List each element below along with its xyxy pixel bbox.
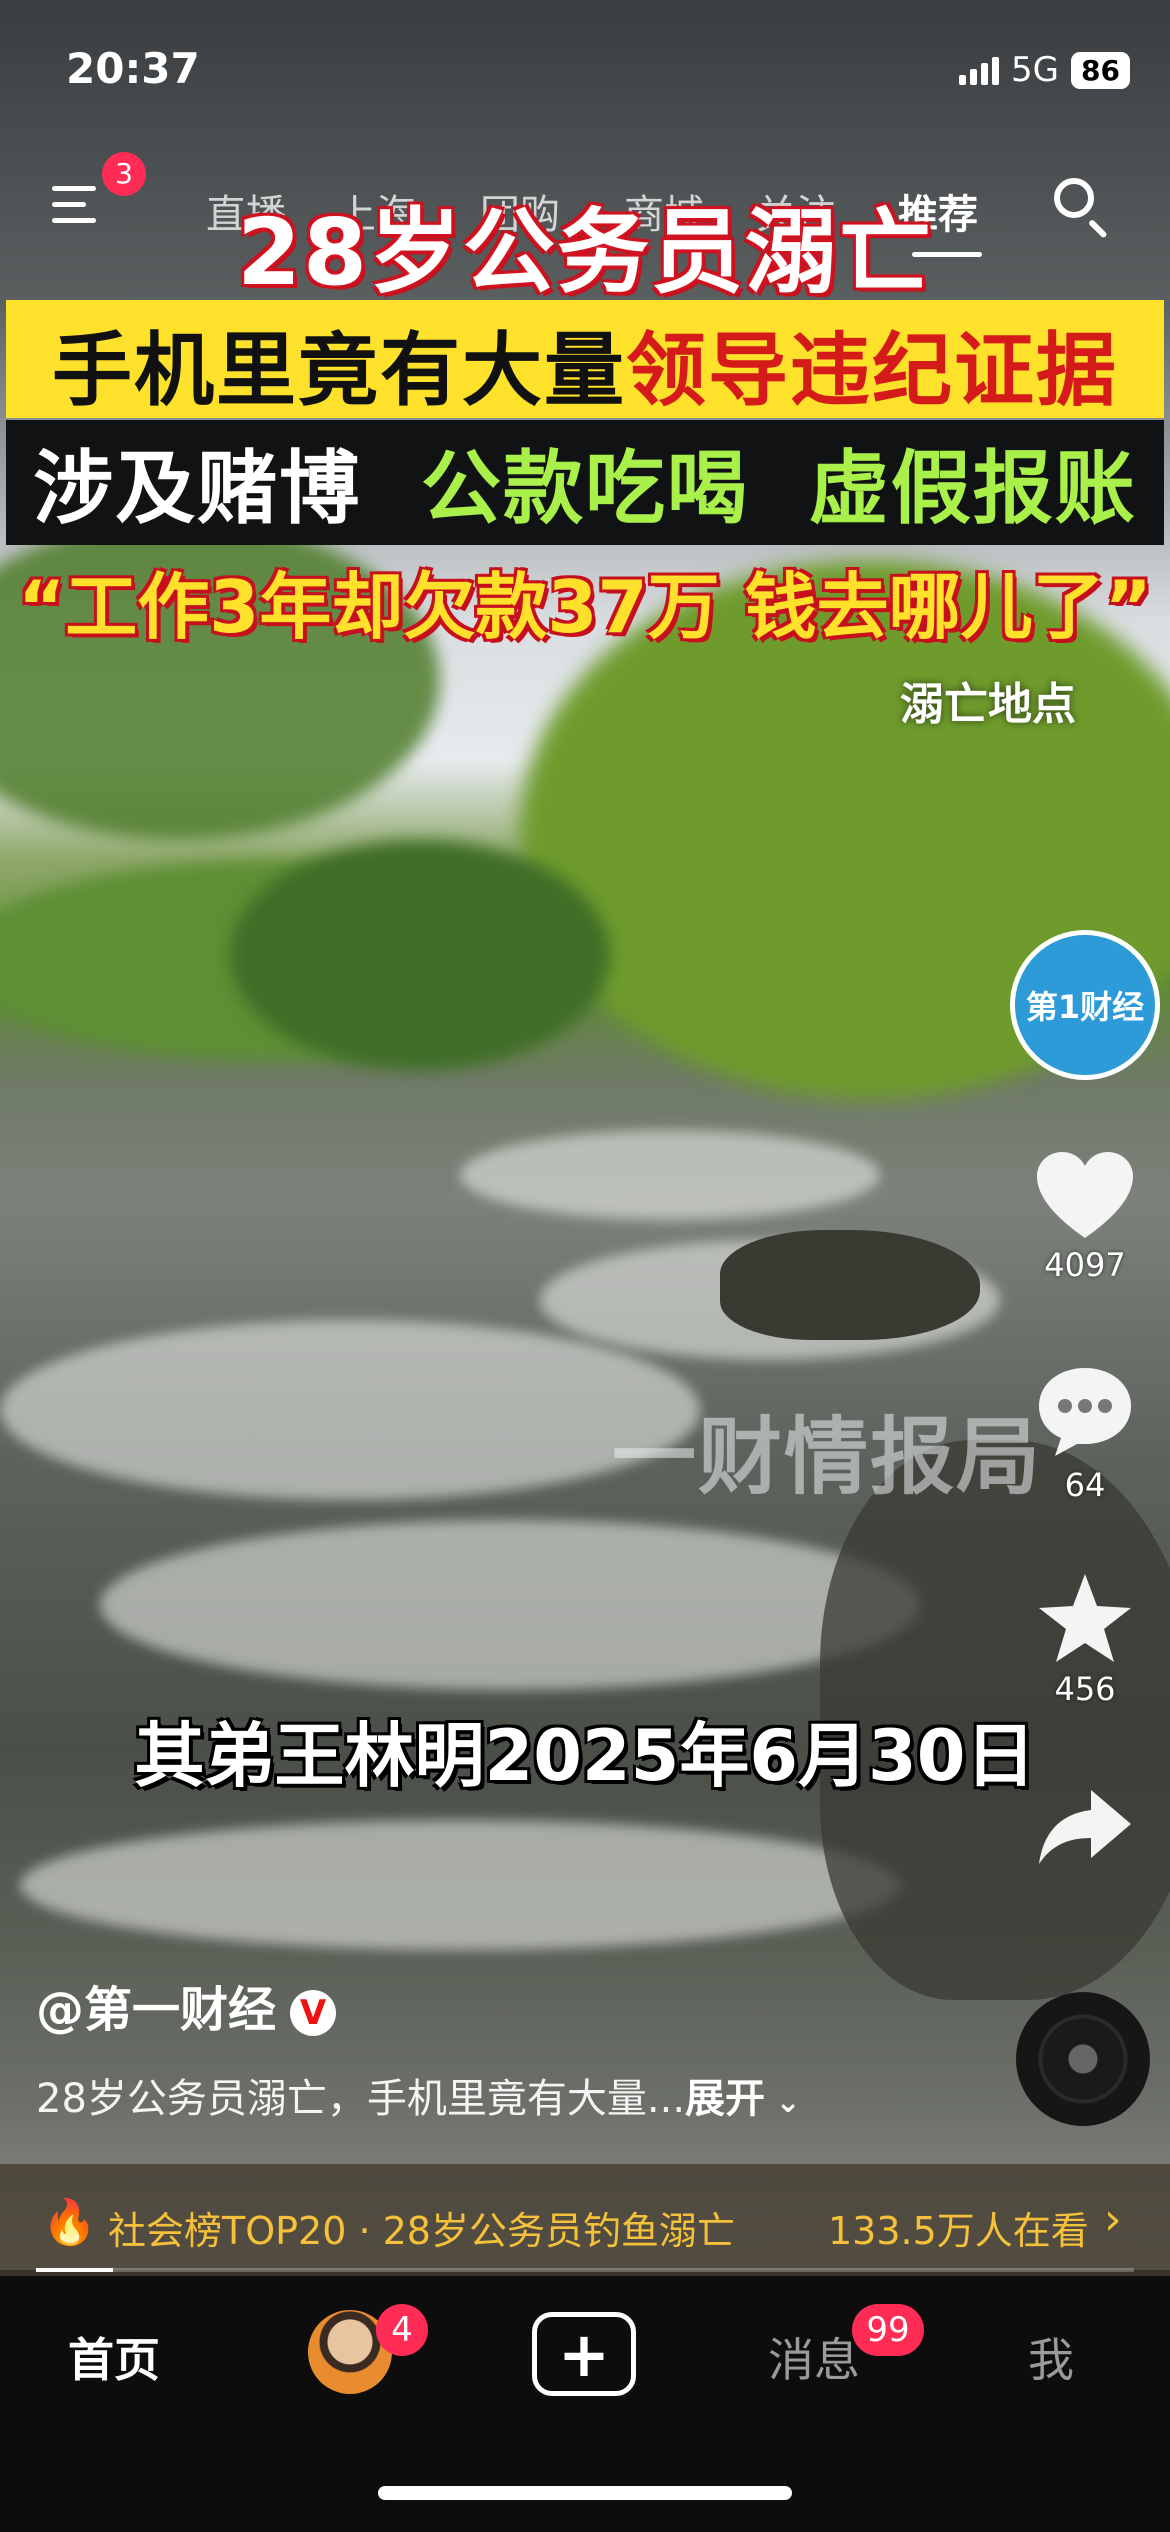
verified-icon: V <box>290 1990 337 2036</box>
tab-home[interactable]: 首页 <box>68 2324 160 2390</box>
headline-line-2: 手机里竟有大量领导违纪证据 <box>0 306 1170 422</box>
heart-icon <box>1037 1152 1133 1238</box>
home-indicator <box>378 2486 792 2500</box>
plus-icon: + <box>558 2317 610 2391</box>
video-progress-fill <box>36 2268 113 2272</box>
viewer-count: 133.5万人在看 <box>828 2209 1089 2253</box>
video-progress-track[interactable] <box>36 2268 1134 2272</box>
place-label: 溺亡地点 <box>900 679 1076 730</box>
like-count: 4097 <box>1044 1246 1126 1284</box>
share-button[interactable] <box>1010 1784 1160 1872</box>
like-button[interactable]: 4097 <box>1010 1150 1160 1284</box>
share-icon <box>1039 1790 1131 1864</box>
headline-quote: “工作3年却欠款37万 钱去哪儿了” <box>17 565 1152 649</box>
channel-avatar[interactable]: 第1财经 <box>1010 930 1160 1080</box>
headline-title: 28岁公务员溺亡 <box>236 199 934 306</box>
comment-button[interactable]: 64 <box>1010 1362 1160 1504</box>
expand-button[interactable]: 展开 ⌄ <box>685 2076 801 2122</box>
comment-icon <box>1039 1368 1131 1456</box>
author-name[interactable]: @第一财经 V <box>36 1970 337 2040</box>
tab-messages[interactable]: 消息 <box>768 2324 860 2390</box>
messages-badge: 99 <box>852 2304 924 2356</box>
music-disc-icon[interactable] <box>1016 1992 1150 2126</box>
headline-2-black: 手机里竟有大量 <box>52 324 626 417</box>
signal-icon <box>959 55 1000 85</box>
chevron-down-icon: ⌄ <box>765 2085 801 2120</box>
video-watermark: 一财情报局 <box>612 1408 1043 1506</box>
status-indicators: 5G 86 <box>959 50 1130 90</box>
friends-badge: 4 <box>376 2304 428 2356</box>
comment-count: 64 <box>1064 1466 1106 1504</box>
video-description[interactable]: 28岁公务员溺亡，手机里竟有大量...展开 ⌄ <box>36 2066 801 2124</box>
expand-label: 展开 <box>685 2076 766 2122</box>
status-time: 20:37 <box>66 44 200 93</box>
battery-icon: 86 <box>1071 51 1130 89</box>
network-label: 5G <box>1011 50 1060 90</box>
headline-3-a: 公款吃喝 <box>421 442 749 535</box>
tab-me[interactable]: 我 <box>1028 2324 1074 2390</box>
description-text: 28岁公务员溺亡，手机里竟有大量... <box>36 2076 686 2122</box>
headline-3-b: 虚假报账 <box>808 442 1137 535</box>
headline-2-red: 领导违纪证据 <box>626 324 1118 417</box>
favorite-count: 456 <box>1054 1670 1116 1708</box>
chevron-right-icon: › <box>1104 2194 1122 2245</box>
author-label[interactable]: @第一财经 <box>36 1982 276 2038</box>
favorite-button[interactable]: 456 <box>1010 1570 1160 1708</box>
headline-line-3: 涉及赌博 公款吃喝 虚假报账 <box>0 424 1170 540</box>
create-post-button[interactable]: + <box>532 2312 636 2396</box>
headline-3-white: 涉及赌博 <box>33 442 362 535</box>
flame-icon: 🔥 <box>42 2197 97 2248</box>
star-icon <box>1039 1574 1131 1662</box>
hot-ranking-text: 社会榜TOP20 · 28岁公务员钓鱼溺亡 <box>108 2209 735 2253</box>
video-subtitle: 其弟王林明2025年6月30日 <box>134 1715 1036 1797</box>
